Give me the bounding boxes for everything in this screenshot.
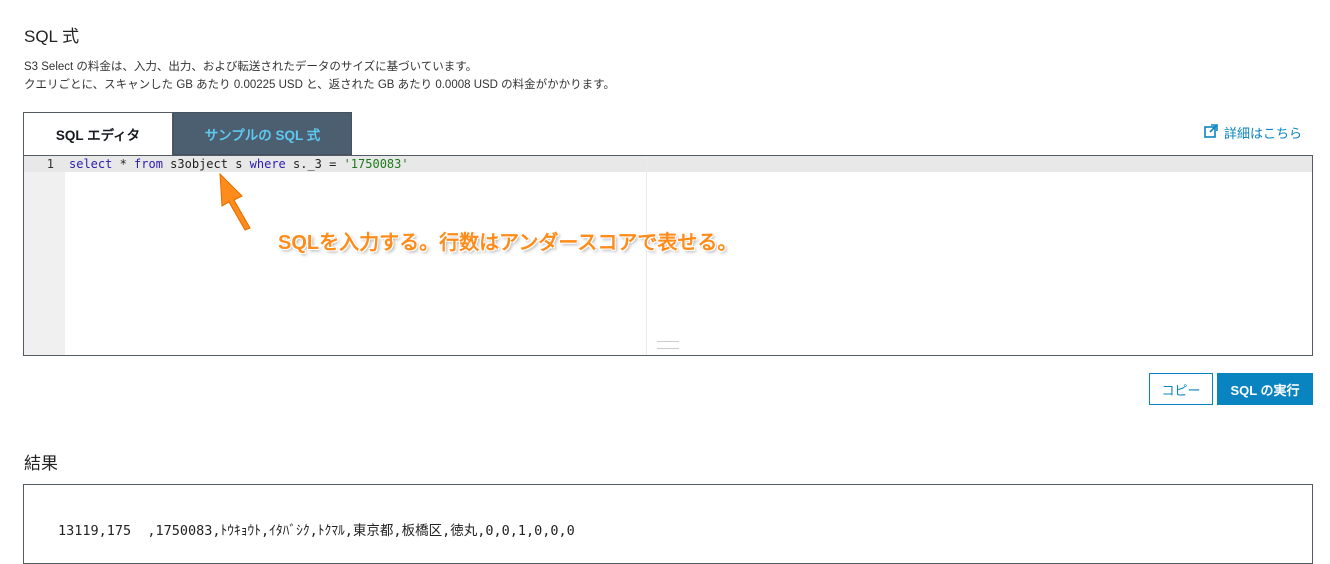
code-segment: s._3 = — [285, 157, 344, 171]
tab-sample-sql[interactable]: サンプルの SQL 式 — [173, 112, 352, 155]
string-literal: '1750083' — [343, 157, 409, 171]
annotation-arrow-icon — [219, 172, 251, 231]
copy-button-label: コピー — [1161, 382, 1201, 398]
print-margin — [646, 156, 647, 355]
results-title: 結果 — [24, 454, 58, 473]
editor-resize-handle[interactable] — [657, 341, 679, 349]
pricing-description-line1: S3 Select の料金は、入力、出力、および転送されたデータのサイズに基づい… — [24, 61, 478, 73]
keyword-select: select — [69, 157, 113, 171]
pricing-description-line2: クエリごとに、スキャンした GB あたり 0.00225 USD と、返された … — [24, 79, 616, 91]
copy-button[interactable]: コピー — [1149, 373, 1213, 405]
tab-sample-sql-label: サンプルの SQL 式 — [204, 127, 321, 143]
sql-code-line[interactable]: select * from s3object s where s._3 = '1… — [69, 157, 409, 171]
run-sql-button[interactable]: SQL の実行 — [1217, 373, 1313, 405]
results-panel: 13119,175 ,1750083,ﾄｳｷｮｳﾄ,ｲﾀﾊﾞｼｸ,ﾄｸﾏﾙ,東京… — [23, 484, 1313, 564]
editor-gutter — [24, 156, 65, 355]
result-row: 13119,175 ,1750083,ﾄｳｷｮｳﾄ,ｲﾀﾊﾞｼｸ,ﾄｸﾏﾙ,東京… — [58, 523, 575, 539]
tab-sql-editor[interactable]: SQL エディタ — [23, 112, 173, 155]
run-sql-button-label: SQL の実行 — [1230, 382, 1300, 398]
details-link-label: 詳細はこちら — [1223, 126, 1302, 141]
keyword-from: from — [134, 157, 163, 171]
line-number: 1 — [46, 157, 54, 171]
tab-sql-editor-label: SQL エディタ — [55, 128, 141, 143]
code-segment: s3object s — [162, 157, 250, 171]
keyword-where: where — [249, 157, 286, 171]
details-link[interactable]: 詳細はこちら — [1204, 123, 1302, 142]
annotation-text: SQLを入力する。行数はアンダースコアで表せる。 — [278, 232, 738, 254]
section-title: SQL 式 — [24, 27, 80, 46]
code-segment: * — [112, 157, 135, 171]
external-link-icon — [1204, 124, 1218, 141]
